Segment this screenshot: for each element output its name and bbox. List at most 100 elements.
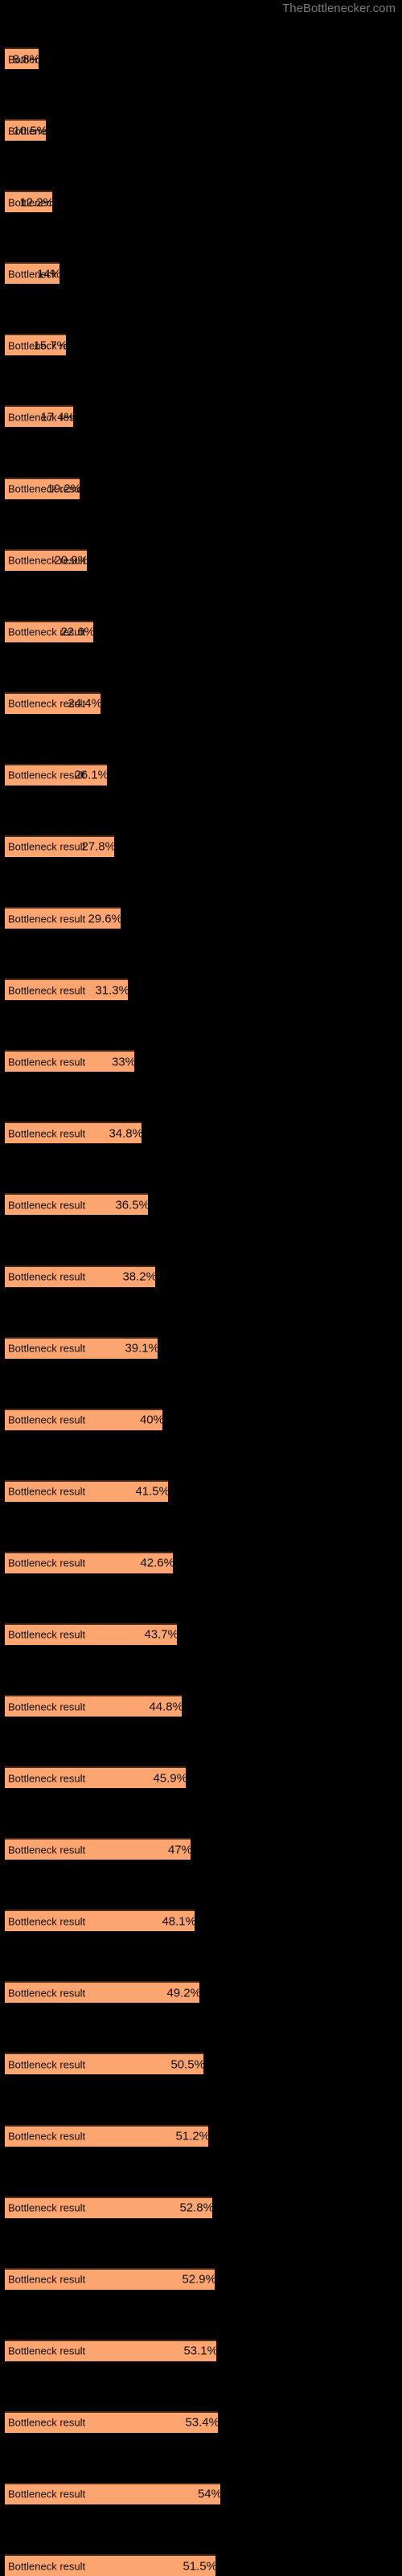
bar-value: 15.7% — [33, 338, 66, 353]
bar-label: Bottleneck result — [8, 2560, 86, 2572]
bar-row: Bottleneck result 45.9% — [5, 1766, 186, 1789]
bar-row: Bottleneck result 20.9% — [5, 548, 87, 571]
bar-row: Bottleneck result 40% — [5, 1408, 162, 1430]
bar-value: 39.1% — [125, 1341, 158, 1356]
bar-value: 41.5% — [135, 1484, 168, 1499]
bar: Bottleneck result 40% — [5, 1408, 162, 1430]
bar: Bottleneck result 33% — [5, 1050, 134, 1073]
bottleneck-bar-chart: Bottleneck result8.8%Bottleneck result10… — [0, 0, 402, 2576]
bar: Bottleneck result12.2% — [5, 191, 52, 213]
bar-row: Bottleneck result 22.6% — [5, 620, 93, 642]
bar: Bottleneck result 41.5% — [5, 1479, 168, 1502]
bar-row: Bottleneck result 19.2% — [5, 477, 80, 499]
bar: Bottleneck result 29.6% — [5, 907, 121, 929]
bar-value: 48.1% — [162, 1914, 195, 1929]
bar: Bottleneck result 47% — [5, 1838, 191, 1860]
bar-row: Bottleneck result 43.7% — [5, 1622, 177, 1645]
bar-label: Bottleneck result — [8, 984, 86, 997]
bar-row: Bottleneck result10.5% — [5, 119, 46, 142]
bar-value: 44.8% — [149, 1700, 182, 1713]
bar-value: 31.3% — [95, 983, 128, 998]
bar-value: 34.8% — [109, 1126, 142, 1141]
bar-label: Bottleneck result — [8, 2488, 86, 2500]
bar: Bottleneck result 43.7% — [5, 1622, 177, 1645]
bar: Bottleneck result 36.5% — [5, 1193, 148, 1216]
bar: Bottleneck result 44.8% — [5, 1695, 182, 1717]
bar-value: 52.8% — [179, 2201, 212, 2215]
bar-label: Bottleneck result — [8, 2273, 86, 2286]
bar-row: Bottleneck result 36.5% — [5, 1193, 148, 1216]
bar: Bottleneck result 53.4% — [5, 2410, 218, 2433]
bar-row: Bottleneck result 33% — [5, 1050, 134, 1073]
bar-value: 50.5% — [170, 2057, 203, 2072]
bar: Bottleneck result 34.8% — [5, 1122, 142, 1144]
bar-row: Bottleneck result 44.8% — [5, 1695, 182, 1717]
bar-value: 8.8% — [12, 52, 39, 66]
bar: Bottleneck result 53.1% — [5, 2339, 216, 2361]
bar-value: 20.9% — [54, 553, 87, 568]
bar-label: Bottleneck result — [8, 2058, 86, 2071]
bar-value: 26.1% — [74, 768, 107, 782]
bar-value: 47% — [167, 1843, 191, 1857]
bar-value: 49.2% — [166, 1986, 199, 2000]
bar-label: Bottleneck result — [8, 913, 86, 925]
bar-label: Bottleneck result — [8, 1127, 86, 1140]
bar-value: 54% — [197, 2487, 220, 2501]
bar-row: Bottleneck result12.2% — [5, 191, 52, 213]
bar-label: Bottleneck result — [8, 1413, 86, 1426]
bar: Bottleneck result 24.4% — [5, 691, 100, 714]
bar-value: 17.4% — [40, 410, 73, 425]
bar-label: Bottleneck result — [8, 1056, 86, 1069]
bar-row: Bottleneck result 39.1% — [5, 1336, 158, 1359]
bar-row: Bottleneck result 34.8% — [5, 1122, 142, 1144]
bar: Bottleneck result 54% — [5, 2482, 220, 2504]
bar: Bottleneck result 38.2% — [5, 1265, 155, 1287]
bar: Bottleneck result 50.5% — [5, 2053, 203, 2075]
bar-label: Bottleneck result — [8, 1342, 86, 1355]
bar-value: 14% — [36, 267, 59, 281]
bar-row: Bottleneck result 51.2% — [5, 2124, 208, 2147]
bar-label: Bottleneck result — [8, 840, 86, 853]
bar-row: Bottleneck result 26.1% — [5, 763, 107, 786]
bar-label: Bottleneck result — [8, 1199, 86, 1212]
bar: Bottleneck result 52.9% — [5, 2267, 215, 2290]
bar-label: Bottleneck result — [8, 1700, 86, 1713]
bar-row: Bottleneck result8.8% — [5, 47, 39, 69]
bar: Bottleneck result 22.6% — [5, 620, 93, 642]
bar-row: Bottleneck result 54% — [5, 2482, 220, 2504]
bar: Bottleneck result 20.9% — [5, 548, 87, 571]
bar: Bottleneck result 45.9% — [5, 1766, 186, 1789]
bar-label: Bottleneck result — [8, 1557, 86, 1569]
bar-value: 45.9% — [153, 1771, 186, 1786]
bar-row: Bottleneck result 48.1% — [5, 1909, 195, 1932]
bar-value: 52.9% — [182, 2272, 215, 2287]
bar-row: Bottleneck result17.4% — [5, 405, 73, 428]
bar-value: 22.6% — [60, 625, 93, 639]
bar-value: 51.5% — [183, 2559, 215, 2573]
bar-value: 51.2% — [175, 2129, 208, 2143]
bar: Bottleneck result 26.1% — [5, 763, 107, 786]
bar: Bottleneck result 31.3% — [5, 978, 128, 1001]
bar-label: Bottleneck result — [8, 2344, 86, 2357]
bar-row: Bottleneck result 53.4% — [5, 2410, 218, 2433]
bar-row: Bottleneck result 53.1% — [5, 2339, 216, 2361]
bar-row: Bottleneck result 31.3% — [5, 978, 128, 1001]
bar-row: Bottleneck result 49.2% — [5, 1981, 199, 2004]
bar: Bottleneck result 51.2% — [5, 2124, 208, 2147]
bar: Bottleneck result 52.8% — [5, 2196, 212, 2218]
bar-label: Bottleneck result — [8, 1915, 86, 1928]
bar: Bottleneck result 19.2% — [5, 477, 80, 499]
bar-label: Bottleneck result — [8, 2130, 86, 2143]
bar: Bottleneck result14% — [5, 262, 59, 285]
bar-value: 19.2% — [47, 482, 80, 496]
bar-label: Bottleneck result — [8, 2201, 86, 2214]
bar: Bottleneck result 48.1% — [5, 1909, 195, 1932]
bar-row: Bottleneck result14% — [5, 262, 59, 285]
bar-value: 43.7% — [144, 1627, 177, 1642]
bar-row: Bottleneck result 52.8% — [5, 2196, 212, 2218]
bar-value: 24.4% — [68, 696, 100, 711]
bar: Bottleneck result 39.1% — [5, 1336, 158, 1359]
bar: Bottleneck result15.7% — [5, 334, 66, 356]
bar-row: Bottleneck result 42.6% — [5, 1551, 173, 1573]
bar-value: 27.8% — [81, 839, 114, 854]
